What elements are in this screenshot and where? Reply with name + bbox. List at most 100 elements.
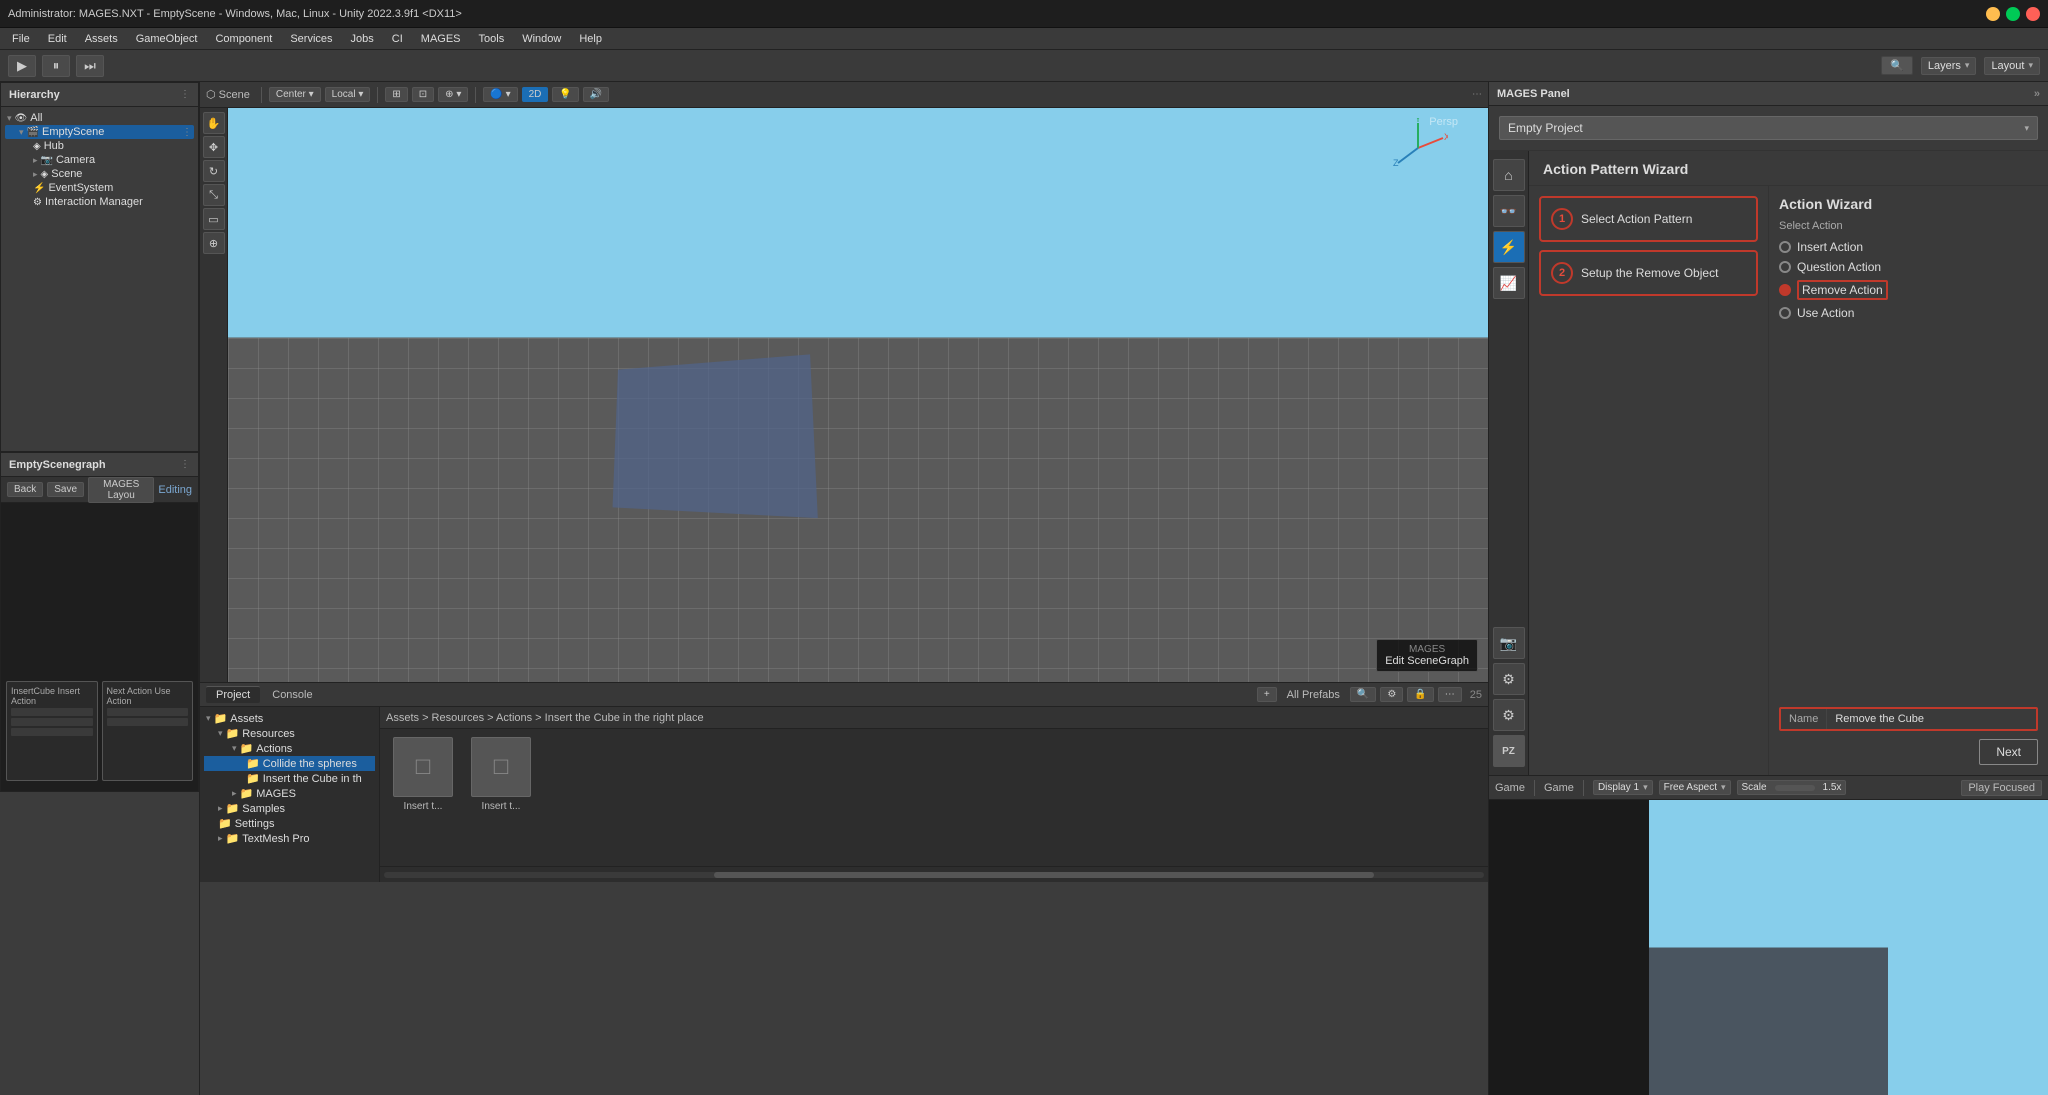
menu-component[interactable]: Component (207, 31, 280, 47)
maximize-button[interactable] (2006, 7, 2020, 21)
project-search-button[interactable]: 🔍 (1350, 687, 1376, 702)
add-asset-button[interactable]: + (1257, 687, 1277, 702)
menu-jobs[interactable]: Jobs (343, 31, 382, 47)
hierarchy-camera[interactable]: ▸ 📷 Camera (5, 153, 194, 167)
radio-question[interactable]: Question Action (1779, 260, 2038, 274)
menu-services[interactable]: Services (282, 31, 340, 47)
hierarchy-hub[interactable]: ◈ Hub (5, 139, 194, 153)
gizmos-button[interactable]: ⊕ ▾ (438, 87, 468, 102)
mages-share-icon[interactable]: ⚡ (1493, 231, 1525, 263)
hierarchy-scene[interactable]: ▸ ◈ Scene (5, 167, 194, 181)
local-global-button[interactable]: Local ▾ (325, 87, 371, 102)
layers-dropdown[interactable]: Layers ▾ (1921, 57, 1977, 75)
hierarchy-all[interactable]: ▾ 👁 All (5, 111, 194, 125)
menu-help[interactable]: Help (571, 31, 610, 47)
scale-tool[interactable]: ⤡ (203, 184, 225, 206)
apw-step-1[interactable]: 1 Select Action Pattern (1539, 196, 1758, 242)
tree-insert-cube[interactable]: 📁 Insert the Cube in th (204, 771, 375, 786)
tree-samples-label: Samples (242, 803, 285, 815)
save-button[interactable]: Save (47, 482, 84, 497)
mages-chart-icon[interactable]: 📈 (1493, 267, 1525, 299)
tree-settings[interactable]: 📁 Settings (204, 816, 375, 831)
mages-home-icon[interactable]: ⌂ (1493, 159, 1525, 191)
scene-mages-button[interactable]: MAGES Edit SceneGraph (1376, 639, 1478, 672)
hierarchy-emptyscene-options[interactable]: ⋮ (182, 127, 192, 138)
menu-window[interactable]: Window (514, 31, 569, 47)
scene-viewport[interactable]: X Y Z Persp MAGES Edit SceneGraph (228, 108, 1488, 682)
node-box-1-row3 (11, 728, 93, 736)
snap-button[interactable]: ⊡ (412, 87, 434, 102)
tree-assets[interactable]: ▾ 📁 Assets (204, 711, 375, 726)
menu-assets[interactable]: Assets (77, 31, 126, 47)
search-button[interactable]: 🔍 (1881, 56, 1913, 75)
close-button[interactable] (2026, 7, 2040, 21)
mages-panel-expand[interactable]: » (2034, 88, 2040, 100)
asset-insert1[interactable]: □ Insert t... (388, 737, 458, 812)
scrollbar-thumb[interactable] (714, 872, 1374, 878)
minimize-button[interactable] (1986, 7, 2000, 21)
project-more-button[interactable]: ⋯ (1438, 687, 1462, 702)
hand-tool[interactable]: ✋ (203, 112, 225, 134)
menu-mages[interactable]: MAGES (413, 31, 469, 47)
transform-tool[interactable]: ⊕ (203, 232, 225, 254)
radio-insert[interactable]: Insert Action (1779, 240, 2038, 254)
render-mode-button[interactable]: 🔵 ▾ (483, 87, 517, 102)
mages-pz-icon[interactable]: PZ (1493, 735, 1525, 767)
next-button[interactable]: Next (1979, 739, 2038, 765)
menu-file[interactable]: File (4, 31, 38, 47)
apw-step-2[interactable]: 2 Setup the Remove Object (1539, 250, 1758, 296)
tree-collide-spheres[interactable]: 📁 Collide the spheres (204, 756, 375, 771)
play-button[interactable]: ▶ (8, 55, 36, 77)
audio-button[interactable]: 🔊 (583, 87, 609, 102)
grid-button[interactable]: ⊞ (385, 87, 407, 102)
2d-mode-button[interactable]: 2D (522, 87, 549, 102)
game-viewport[interactable] (1489, 800, 2048, 1095)
tab-console[interactable]: Console (262, 687, 322, 703)
back-button[interactable]: Back (7, 482, 43, 497)
step-button[interactable]: ⏭ (76, 55, 104, 77)
display-dropdown[interactable]: Display 1 ▾ (1593, 780, 1653, 795)
tree-resources[interactable]: ▾ 📁 Resources (204, 726, 375, 741)
menu-gameobject[interactable]: GameObject (128, 31, 206, 47)
radio-remove[interactable]: Remove Action (1779, 280, 2038, 300)
scene-graph-options[interactable]: ⋮ (180, 459, 190, 470)
hierarchy-emptyscene[interactable]: ▾ 🎬 EmptyScene ⋮ (5, 125, 194, 139)
menu-tools[interactable]: Tools (471, 31, 513, 47)
tab-project[interactable]: Project (206, 686, 260, 703)
mages-vr-icon[interactable]: 👓 (1493, 195, 1525, 227)
hierarchy-eventsystem[interactable]: ⚡ EventSystem (5, 181, 194, 195)
menu-ci[interactable]: CI (384, 31, 411, 47)
project-lock-button[interactable]: 🔒 (1407, 687, 1433, 702)
radio-use[interactable]: Use Action (1779, 306, 2038, 320)
play-focused-label[interactable]: Play Focused (1961, 780, 2042, 796)
menu-edit[interactable]: Edit (40, 31, 75, 47)
aspect-dropdown[interactable]: Free Aspect ▾ (1659, 780, 1731, 795)
asset-scrollbar[interactable] (380, 866, 1488, 882)
scale-dropdown[interactable]: Scale 1.5x (1737, 780, 1847, 795)
tree-mages[interactable]: ▸ 📁 MAGES (204, 786, 375, 801)
scale-slider[interactable] (1775, 785, 1815, 791)
rotate-tool[interactable]: ↻ (203, 160, 225, 182)
scene-cube (613, 354, 818, 518)
pause-button[interactable]: ⏸ (42, 55, 70, 77)
mages-camera-icon[interactable]: 📷 (1493, 627, 1525, 659)
mages-settings-icon[interactable]: ⚙ (1493, 663, 1525, 695)
move-tool[interactable]: ✥ (203, 136, 225, 158)
scene-toolbar-more[interactable]: ⋯ (1472, 89, 1482, 100)
layout-button[interactable]: MAGES Layou (88, 477, 154, 503)
hierarchy-interaction-manager[interactable]: ⚙ Interaction Manager (5, 195, 194, 209)
layout-dropdown[interactable]: Layout ▾ (1984, 57, 2040, 75)
mages-gear2-icon[interactable]: ⚙ (1493, 699, 1525, 731)
project-dropdown[interactable]: Empty Project ▾ (1499, 116, 2038, 140)
name-field-value[interactable]: Remove the Cube (1827, 709, 2036, 729)
project-settings-button[interactable]: ⚙ (1380, 687, 1403, 702)
asset-insert2[interactable]: □ Insert t... (466, 737, 536, 812)
rect-tool[interactable]: ▭ (203, 208, 225, 230)
tree-actions[interactable]: ▾ 📁 Actions (204, 741, 375, 756)
center-pivot-button[interactable]: Center ▾ (269, 87, 321, 102)
hierarchy-options[interactable]: ⋮ (180, 89, 190, 100)
light-button[interactable]: 💡 (552, 87, 578, 102)
tree-textmesh[interactable]: ▸ 📁 TextMesh Pro (204, 831, 375, 846)
node-graph-viewport[interactable]: InsertCube Insert Action Next Action Use… (1, 503, 198, 791)
tree-samples[interactable]: ▸ 📁 Samples (204, 801, 375, 816)
